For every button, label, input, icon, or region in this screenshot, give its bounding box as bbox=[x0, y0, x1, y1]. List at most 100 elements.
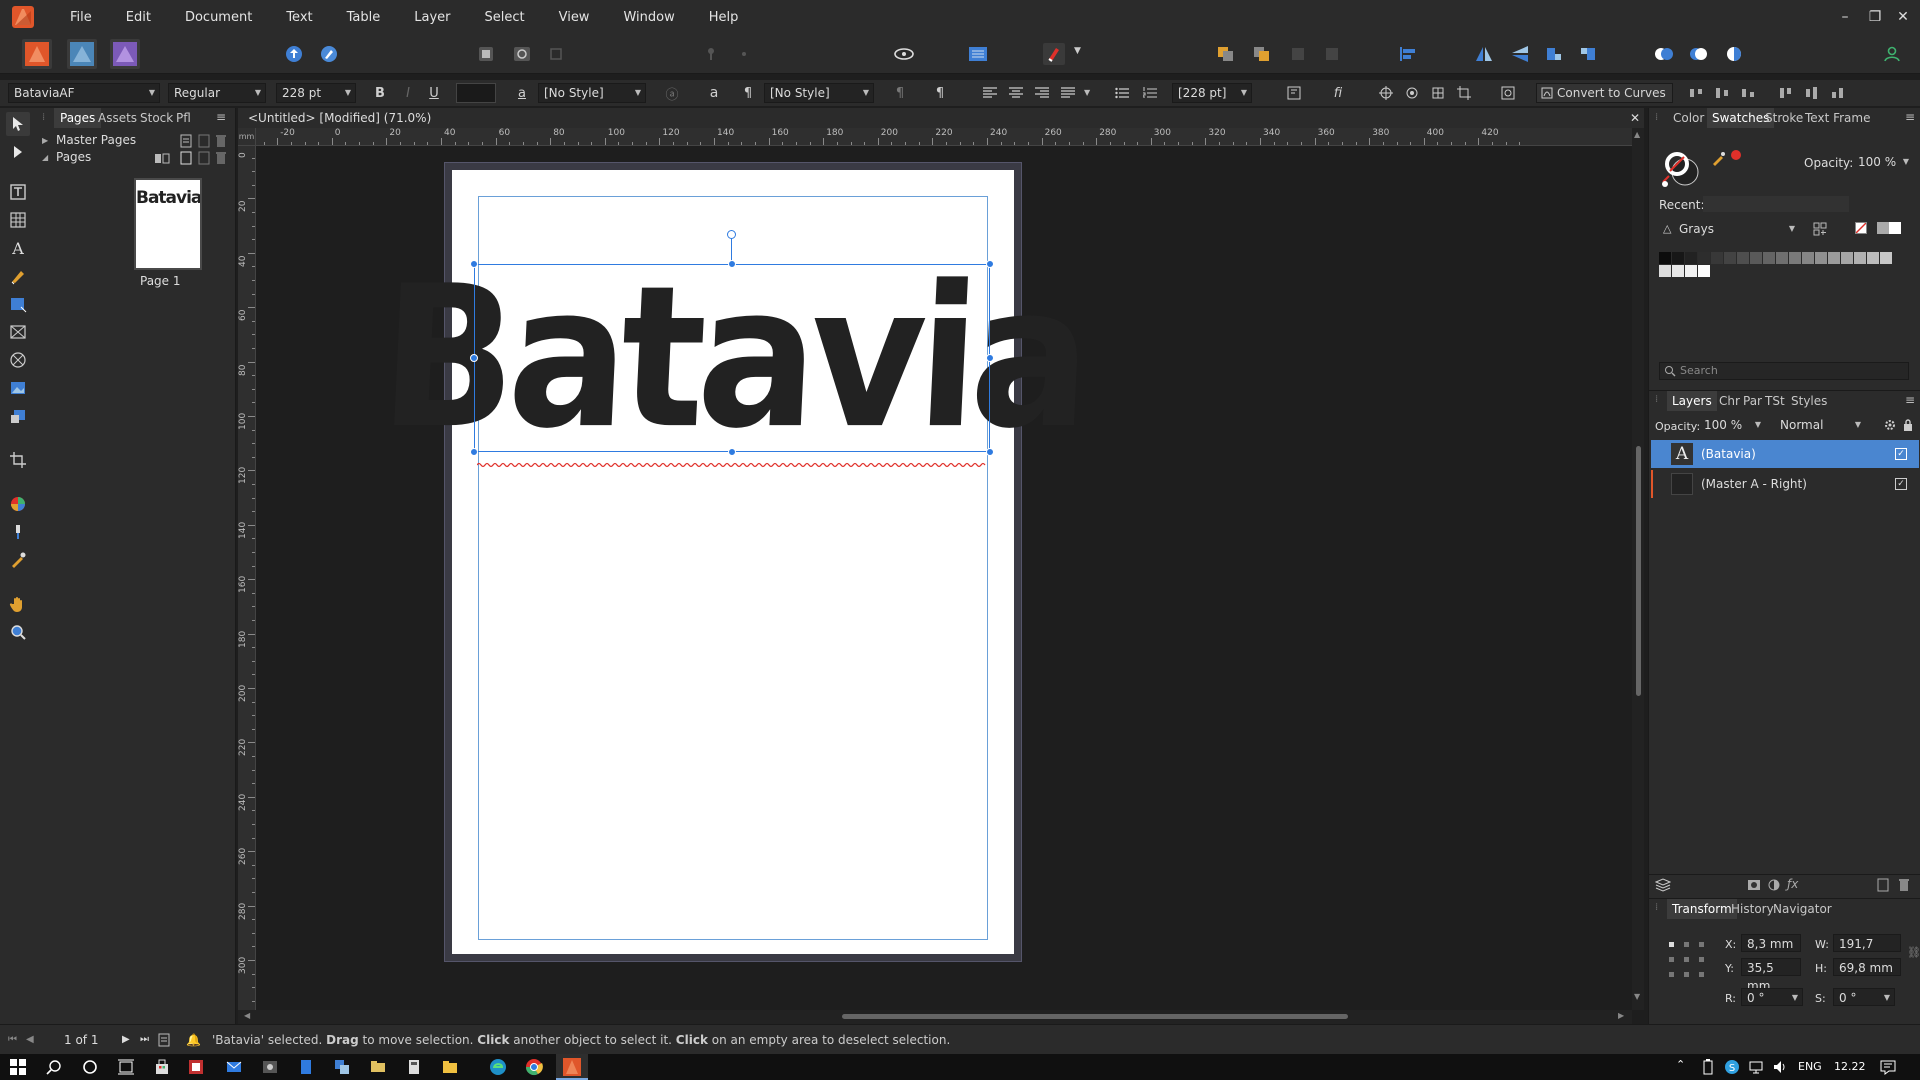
scroll-down-icon[interactable]: ▼ bbox=[1634, 992, 1640, 1001]
add-layer-icon[interactable] bbox=[1877, 878, 1889, 892]
menu-select[interactable]: Select bbox=[472, 10, 536, 25]
photo-persona-icon[interactable] bbox=[110, 39, 140, 69]
add-swatch-icon[interactable] bbox=[1813, 222, 1827, 236]
vertical-scrollbar[interactable]: ▲ ▼ bbox=[1632, 128, 1644, 1010]
anchor-selector[interactable] bbox=[1667, 940, 1707, 980]
master-pages-expand-icon[interactable]: ▶ bbox=[42, 136, 48, 145]
boolean-subtract-icon[interactable] bbox=[1684, 40, 1712, 68]
gray-swatch[interactable] bbox=[1867, 252, 1879, 264]
para-style-options-icon[interactable]: ¶ bbox=[890, 83, 910, 103]
handle-top-right[interactable] bbox=[986, 260, 994, 268]
place-tool-icon[interactable] bbox=[6, 404, 30, 428]
bold-button[interactable]: B bbox=[370, 83, 390, 103]
gray-swatch[interactable] bbox=[1828, 252, 1840, 264]
gray-swatch[interactable] bbox=[1659, 252, 1671, 264]
swatch-gray-mid[interactable] bbox=[1877, 222, 1889, 234]
palette-select[interactable]: △ Grays ▼ bbox=[1659, 220, 1799, 240]
layers-stack-icon[interactable] bbox=[1655, 878, 1671, 892]
gray-swatch[interactable] bbox=[1737, 252, 1749, 264]
fill-stroke-wells-icon[interactable] bbox=[1661, 148, 1703, 190]
handle-top-left[interactable] bbox=[470, 260, 478, 268]
task-view-icon[interactable] bbox=[116, 1057, 136, 1077]
first-page-icon[interactable]: ⏮ bbox=[8, 1025, 17, 1055]
gray-swatch[interactable] bbox=[1672, 252, 1684, 264]
effects-icon[interactable]: ƒx bbox=[1787, 877, 1798, 891]
opacity-field[interactable]: 100 % ▼ bbox=[1853, 153, 1913, 173]
app-red-icon[interactable] bbox=[186, 1057, 206, 1077]
font-style-select[interactable]: Regular ▼ bbox=[168, 83, 266, 103]
target-icon[interactable] bbox=[1376, 83, 1396, 103]
flip-vertical-icon[interactable] bbox=[1506, 40, 1534, 68]
folder-app-icon[interactable] bbox=[368, 1057, 388, 1077]
distribute-bottom-icon[interactable] bbox=[1828, 83, 1848, 103]
minimize-button[interactable]: – bbox=[1828, 0, 1862, 34]
place-image-tool-icon[interactable] bbox=[6, 376, 30, 400]
layer-row-master[interactable]: (Master A - Right) ✓ bbox=[1651, 470, 1919, 498]
bullet-list-icon[interactable] bbox=[1112, 83, 1132, 103]
page-options-icon[interactable] bbox=[158, 1033, 170, 1047]
designer-persona-icon[interactable] bbox=[67, 39, 97, 69]
edge-browser-icon[interactable] bbox=[488, 1057, 508, 1077]
gray-swatch[interactable] bbox=[1763, 252, 1775, 264]
anchor-dot-icon[interactable] bbox=[730, 40, 758, 68]
gear-app-icon[interactable] bbox=[260, 1057, 280, 1077]
show-hidden-icons-icon[interactable]: ⌃ bbox=[1676, 1058, 1685, 1071]
move-tool-icon[interactable] bbox=[6, 112, 30, 136]
underline-button[interactable]: U bbox=[424, 83, 444, 103]
menu-edit[interactable]: Edit bbox=[114, 10, 163, 25]
windows-start-icon[interactable] bbox=[8, 1057, 28, 1077]
menu-file[interactable]: File bbox=[58, 10, 104, 25]
panel-menu-icon[interactable]: ≡ bbox=[1905, 110, 1915, 124]
ruler-unit[interactable]: mm bbox=[238, 128, 256, 146]
affinity-publisher-taskbar-button[interactable] bbox=[556, 1054, 588, 1080]
panel-menu-icon[interactable]: ≡ bbox=[216, 110, 226, 124]
cortana-icon[interactable] bbox=[80, 1057, 100, 1077]
shear-field[interactable]: 0 ° ▼ bbox=[1833, 988, 1895, 1006]
gray-swatch[interactable] bbox=[1698, 265, 1710, 277]
recent-swatches[interactable] bbox=[1703, 196, 1849, 212]
rotate-left-icon[interactable] bbox=[1540, 40, 1568, 68]
link-proportions-icon[interactable]: ⛓ bbox=[1907, 946, 1920, 959]
align-middle-icon[interactable] bbox=[1712, 83, 1732, 103]
layer-settings-icon[interactable] bbox=[1883, 418, 1897, 432]
distribute-top-icon[interactable] bbox=[1776, 83, 1796, 103]
move-back-icon[interactable] bbox=[1318, 40, 1346, 68]
handle-bottom-right[interactable] bbox=[986, 448, 994, 456]
frame-text-icon[interactable] bbox=[964, 40, 992, 68]
calculator-icon[interactable] bbox=[404, 1057, 424, 1077]
gray-swatch[interactable] bbox=[1659, 265, 1671, 277]
tab-text-styles[interactable]: TSt bbox=[1765, 391, 1785, 411]
zoom-tool-icon[interactable] bbox=[6, 620, 30, 644]
bookmark-app-icon[interactable] bbox=[296, 1057, 316, 1077]
view-icon[interactable] bbox=[1402, 83, 1422, 103]
transform-origin-icon[interactable] bbox=[1428, 83, 1448, 103]
lock-icon[interactable] bbox=[1903, 418, 1913, 432]
preview-mode-icon[interactable] bbox=[472, 40, 500, 68]
character-style-select[interactable]: [No Style] ▼ bbox=[538, 83, 646, 103]
adjustment-icon[interactable] bbox=[1767, 878, 1781, 892]
horizontal-scroll-thumb[interactable] bbox=[842, 1014, 1348, 1019]
tab-paragraph[interactable]: Par bbox=[1743, 391, 1762, 411]
next-page-icon[interactable]: ▶ bbox=[122, 1025, 130, 1055]
italic-button[interactable]: I bbox=[398, 83, 418, 103]
align-bottom-edges-icon[interactable] bbox=[1738, 83, 1758, 103]
h-field[interactable]: 69,8 mm bbox=[1833, 958, 1901, 976]
skype-icon[interactable]: S bbox=[1722, 1057, 1742, 1077]
tab-text-frame[interactable]: Text Frame bbox=[1805, 108, 1870, 128]
crop-icon[interactable] bbox=[1454, 83, 1474, 103]
boolean-add-icon[interactable] bbox=[1650, 40, 1678, 68]
action-center-icon[interactable] bbox=[1878, 1057, 1898, 1077]
tab-layers[interactable]: Layers bbox=[1667, 391, 1717, 411]
pages-expand-icon[interactable]: ◢ bbox=[42, 153, 48, 162]
align-center-icon[interactable] bbox=[1006, 83, 1026, 103]
gray-swatch[interactable] bbox=[1776, 252, 1788, 264]
picture-frame-tool-icon[interactable] bbox=[6, 320, 30, 344]
search-icon[interactable] bbox=[44, 1057, 64, 1077]
account-icon[interactable] bbox=[1878, 40, 1906, 68]
handle-middle-right[interactable] bbox=[986, 354, 994, 362]
align-icon[interactable] bbox=[1394, 40, 1422, 68]
char-style-options-icon[interactable]: ⓐ bbox=[662, 83, 682, 103]
current-color-dot[interactable] bbox=[1731, 150, 1741, 160]
mask-layer-icon[interactable] bbox=[1747, 878, 1761, 892]
snapping-dropdown-icon[interactable]: ▼ bbox=[1074, 46, 1081, 56]
